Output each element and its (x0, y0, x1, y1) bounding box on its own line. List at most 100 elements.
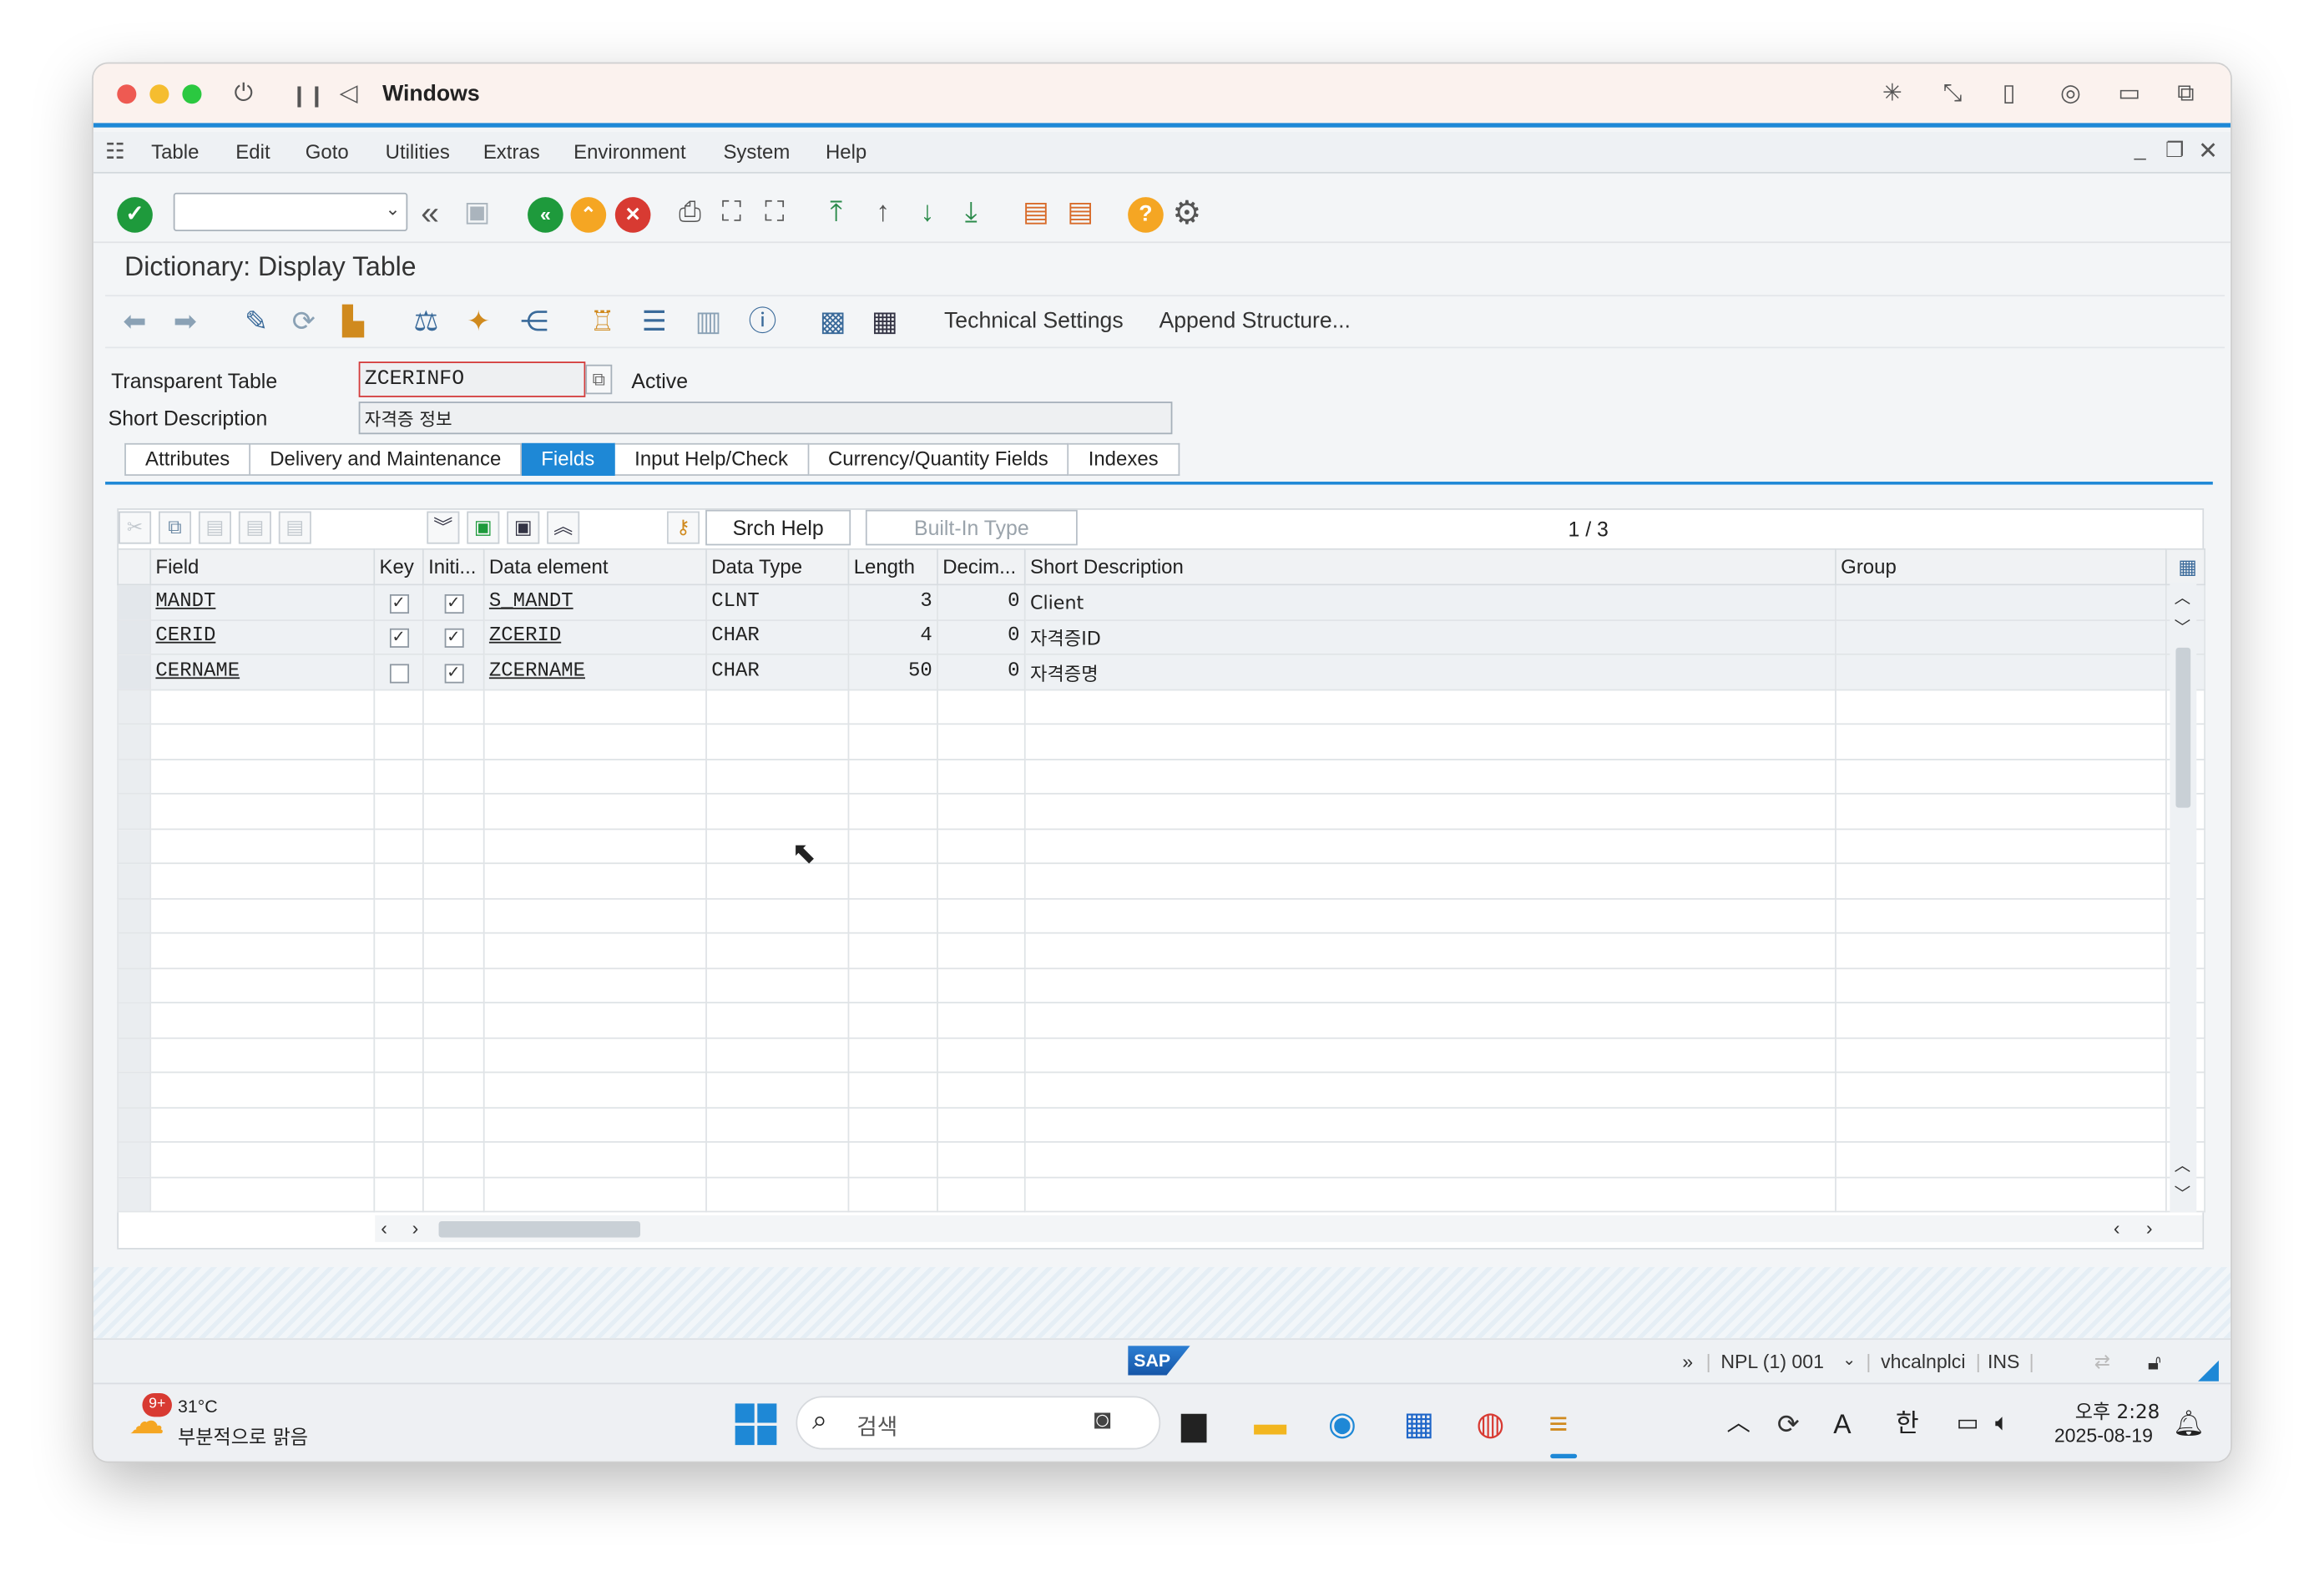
cell-key[interactable] (373, 1036, 424, 1073)
row-selector[interactable] (117, 862, 152, 899)
minimize-window-button[interactable] (149, 84, 169, 104)
page-up-icon[interactable]: ︿ (2175, 1153, 2191, 1176)
collapse-all-icon[interactable]: ︽ (547, 511, 580, 544)
cell-short-description[interactable] (1023, 688, 1836, 725)
insert-mode[interactable]: INS (1988, 1350, 2019, 1372)
cell-short-description[interactable] (1023, 1106, 1836, 1143)
find-next-icon[interactable]: ⛶ (765, 195, 785, 231)
help-icon[interactable]: ? (1128, 197, 1164, 233)
technical-settings-button[interactable]: Technical Settings (944, 308, 1124, 333)
cell-group[interactable] (1835, 1106, 2167, 1143)
cell-field[interactable] (149, 932, 376, 969)
cell-initial[interactable] (422, 1106, 485, 1143)
layout-icon[interactable]: ▥ (695, 306, 722, 341)
initial-checkbox[interactable]: ✓ (443, 629, 463, 649)
cell-group[interactable] (1835, 862, 2167, 899)
cell-field[interactable] (149, 897, 376, 934)
cell-data-element[interactable] (482, 1141, 707, 1178)
table-row[interactable] (117, 967, 2205, 1003)
cell-field[interactable] (149, 967, 376, 1003)
last-page-icon[interactable]: ⤓ (965, 195, 978, 231)
table-row[interactable] (117, 792, 2205, 830)
cell-group[interactable] (1835, 932, 2167, 969)
cell-short-description[interactable] (1023, 723, 1836, 760)
print-icon[interactable]: ⎙ (679, 195, 701, 231)
ime-mode[interactable]: A (1833, 1405, 1851, 1443)
deselect-all-icon[interactable]: ▣ (507, 511, 540, 544)
cell-key[interactable] (373, 758, 424, 795)
scroll-thumb[interactable] (2175, 647, 2191, 808)
cell-key[interactable] (373, 688, 424, 725)
cell-group[interactable] (1835, 897, 2167, 934)
cell-decimals[interactable] (937, 1106, 1026, 1143)
cell-length[interactable] (847, 758, 938, 795)
resize-grip-icon[interactable] (2198, 1360, 2219, 1381)
table-row[interactable] (117, 723, 2205, 760)
row-selector[interactable] (117, 583, 152, 621)
cell-data-type[interactable]: CHAR (705, 654, 850, 690)
table-row[interactable] (117, 1036, 2205, 1073)
cell-length[interactable] (847, 932, 938, 969)
show-hidden-icons[interactable]: ︿ (1726, 1405, 1750, 1443)
cell-key[interactable] (373, 932, 424, 969)
activate-icon[interactable]: ⚖ (413, 306, 438, 341)
cell-group[interactable] (1835, 1036, 2167, 1073)
cell-key[interactable] (373, 1141, 424, 1178)
magic-wand-icon[interactable]: ✦ (467, 306, 490, 341)
cell-field[interactable] (149, 862, 376, 899)
cell-field[interactable] (149, 1175, 376, 1213)
previous-page-icon[interactable]: ↑ (876, 195, 890, 231)
table-row[interactable] (117, 1002, 2205, 1038)
cell-group[interactable] (1835, 723, 2167, 760)
column-header-field[interactable]: Field (149, 548, 376, 586)
table-row[interactable]: CERID ✓ ✓ ZCERID CHAR 4 0 자격증ID (117, 619, 2205, 655)
table-row[interactable] (117, 1106, 2205, 1143)
cell-length[interactable]: 50 (847, 654, 938, 690)
table-row[interactable] (117, 1141, 2205, 1178)
row-selector[interactable] (117, 827, 152, 865)
menu-table[interactable]: Table (151, 141, 199, 164)
row-selector[interactable] (117, 619, 152, 655)
cell-decimals[interactable] (937, 932, 1026, 969)
cell-data-element[interactable] (482, 688, 707, 725)
cell-field[interactable]: CERNAME (149, 654, 376, 690)
cell-data-element[interactable] (482, 1175, 707, 1213)
horizontal-scrollbar[interactable]: ‹ › ‹ › (375, 1215, 2203, 1242)
select-all-icon[interactable]: ▣ (467, 511, 500, 544)
cell-initial[interactable]: ✓ (422, 583, 485, 621)
cell-field[interactable] (149, 723, 376, 760)
cell-data-element[interactable]: ZCERID (482, 619, 707, 655)
cell-data-type[interactable]: CHAR (705, 619, 850, 655)
transparent-table-field[interactable]: ZCERINFO (358, 361, 586, 397)
menu-goto[interactable]: Goto (306, 141, 349, 164)
column-header-group[interactable]: Group (1835, 548, 2167, 586)
resize-icon[interactable]: ⤡ (1943, 80, 1963, 110)
cell-initial[interactable] (422, 967, 485, 1003)
close-window-button[interactable] (117, 84, 137, 104)
cell-decimals[interactable] (937, 1071, 1026, 1109)
cell-field[interactable]: MANDT (149, 583, 376, 621)
exit-icon[interactable]: ⌃ (570, 197, 607, 233)
scroll-right-icon[interactable]: › (412, 1217, 419, 1240)
cell-data-type[interactable] (705, 827, 850, 865)
cell-initial[interactable] (422, 897, 485, 934)
table-row[interactable] (117, 827, 2205, 865)
table-row[interactable] (117, 897, 2205, 934)
table-row[interactable] (117, 1071, 2205, 1109)
cell-key[interactable] (373, 967, 424, 1003)
scroll-left-icon[interactable]: ‹ (381, 1217, 387, 1240)
column-header-decimals[interactable]: Decim... (937, 548, 1026, 586)
menu-utilities[interactable]: Utilities (386, 141, 450, 164)
column-header-initial[interactable]: Initi... (422, 548, 485, 586)
table-row[interactable] (117, 932, 2205, 969)
column-header-length[interactable]: Length (847, 548, 938, 586)
cell-length[interactable] (847, 723, 938, 760)
cell-group[interactable] (1835, 792, 2167, 830)
cell-group[interactable] (1835, 967, 2167, 1003)
ime-language[interactable]: 한 (1896, 1405, 1919, 1443)
tab-input-help-check[interactable]: Input Help/Check (615, 442, 809, 476)
cell-short-description[interactable]: Client (1023, 583, 1836, 621)
expand-status-icon[interactable]: » (1682, 1350, 1693, 1372)
cell-decimals[interactable]: 0 (937, 619, 1026, 655)
cell-data-type[interactable] (705, 1141, 850, 1178)
